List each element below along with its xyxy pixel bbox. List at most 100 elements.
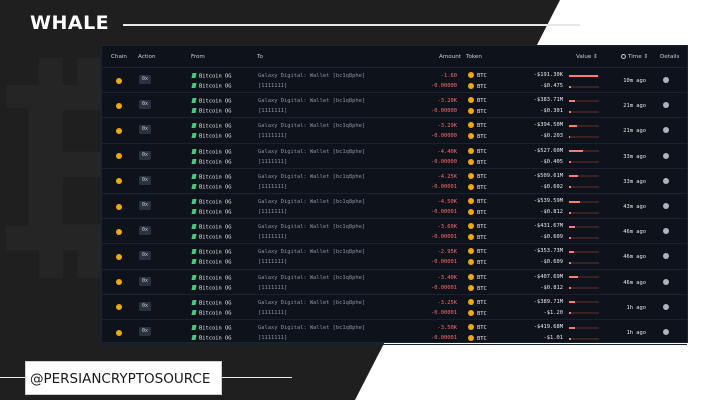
from-entity[interactable]: Bitcoin OG	[191, 259, 231, 266]
action-badge[interactable]: 0x	[139, 276, 152, 286]
to-address[interactable]: [1111111]	[258, 335, 287, 341]
from-entity[interactable]: Bitcoin OG	[191, 284, 231, 291]
from-label: Bitcoin OG	[199, 123, 232, 130]
from-entity[interactable]: Bitcoin OG	[191, 325, 231, 332]
usd-value: -$0.203	[540, 133, 563, 140]
info-icon[interactable]	[663, 102, 669, 109]
to-address[interactable]: Galaxy Digital: Wallet [bc1q8phe]	[258, 199, 365, 205]
col-token[interactable]: Token	[466, 54, 482, 60]
info-icon[interactable]	[663, 329, 669, 335]
to-address[interactable]: [1111111]	[258, 184, 287, 190]
to-address[interactable]: Galaxy Digital: Wallet [bc1q8phe]	[258, 275, 365, 281]
from-entity[interactable]: Bitcoin OG	[191, 183, 231, 190]
to-address[interactable]: [1111111]	[258, 83, 287, 89]
action-badge[interactable]: 0x	[139, 150, 152, 160]
to-address[interactable]: Galaxy Digital: Wallet [bc1q8phe]	[258, 98, 365, 104]
from-entity[interactable]: Bitcoin OG	[191, 335, 231, 342]
info-icon[interactable]	[663, 203, 669, 209]
to-address[interactable]: [1111111]	[258, 133, 287, 139]
col-to[interactable]: To	[257, 54, 263, 60]
action-badge[interactable]: 0x	[139, 251, 152, 261]
to-address[interactable]: Galaxy Digital: Wallet [bc1q8phe]	[258, 73, 365, 79]
value-bar-fill	[569, 287, 571, 290]
action-badge[interactable]: 0x	[139, 75, 152, 84]
info-icon[interactable]	[663, 152, 669, 159]
from-entity[interactable]: Bitcoin OG	[191, 133, 231, 140]
from-entity[interactable]: Bitcoin OG	[191, 123, 232, 130]
usd-value: -$353.73M	[533, 248, 563, 255]
col-action[interactable]: Action	[138, 54, 156, 60]
from-entity[interactable]: Bitcoin OG	[191, 83, 231, 90]
col-amount[interactable]: Amount	[439, 54, 461, 60]
to-address[interactable]: Galaxy Digital: Wallet [bc1q8phe]	[258, 249, 365, 255]
from-entity[interactable]: Bitcoin OG	[191, 199, 231, 206]
to-address[interactable]: [1111111]	[258, 285, 287, 291]
amount-value: -2.95K	[437, 249, 457, 256]
to-address[interactable]: [1111111]	[258, 310, 287, 316]
token-cell: BTC	[468, 158, 487, 166]
to-address[interactable]: Galaxy Digital: Wallet [bc1q8phe]	[258, 224, 365, 230]
table-row[interactable]: 0x Bitcoin OG Bitcoin OG Galaxy Digital:…	[102, 194, 687, 220]
to-address[interactable]: Galaxy Digital: Wallet [bc1q8phe]	[258, 123, 365, 129]
info-icon[interactable]	[663, 228, 669, 235]
info-icon[interactable]	[663, 177, 669, 184]
info-icon[interactable]	[663, 303, 669, 310]
col-time[interactable]: Time ⇕	[621, 54, 648, 60]
action-badge[interactable]: 0x	[139, 125, 152, 135]
from-entity[interactable]: Bitcoin OG	[191, 249, 231, 256]
col-value[interactable]: Value ⇕	[576, 54, 598, 60]
to-address[interactable]: Galaxy Digital: Wallet [bc1q8phe]	[258, 174, 365, 180]
entity-tag-icon	[191, 148, 197, 154]
action-badge[interactable]: 0x	[139, 175, 152, 185]
table-row[interactable]: 0x Bitcoin OG Bitcoin OG Galaxy Digital:…	[102, 219, 687, 245]
btc-chain-icon	[116, 77, 122, 84]
col-details[interactable]: Details	[660, 54, 679, 60]
token-label: BTC	[477, 235, 487, 242]
from-entity[interactable]: Bitcoin OG	[191, 108, 231, 115]
from-entity[interactable]: Bitcoin OG	[191, 98, 231, 105]
table-row[interactable]: 0x Bitcoin OG Bitcoin OG Galaxy Digital:…	[102, 270, 687, 295]
col-from[interactable]: From	[191, 54, 205, 60]
from-entity[interactable]: Bitcoin OG	[191, 224, 231, 231]
to-address[interactable]: Galaxy Digital: Wallet [bc1q8phe]	[258, 300, 365, 306]
info-icon[interactable]	[663, 77, 669, 83]
table-row[interactable]: 0x Bitcoin OG Bitcoin OG Galaxy Digital:…	[102, 93, 687, 119]
col-chain[interactable]: Chain	[111, 54, 127, 60]
value-bar	[569, 186, 599, 189]
table-row[interactable]: 0x Bitcoin OG Bitcoin OG Galaxy Digital:…	[102, 169, 687, 194]
btc-chain-icon	[116, 102, 122, 109]
from-entity[interactable]: Bitcoin OG	[191, 274, 231, 281]
table-row[interactable]: 0x Bitcoin OG Bitcoin OG Galaxy Digital:…	[102, 320, 687, 346]
info-icon[interactable]	[663, 127, 669, 134]
from-entity[interactable]: Bitcoin OG	[191, 299, 231, 306]
from-entity[interactable]: Bitcoin OG	[191, 158, 231, 165]
to-address[interactable]: Galaxy Digital: Wallet [bc1q8phe]	[258, 149, 365, 155]
table-row[interactable]: 0x Bitcoin OG Bitcoin OG Galaxy Digital:…	[102, 68, 687, 94]
info-icon[interactable]	[663, 278, 669, 285]
from-entity[interactable]: Bitcoin OG	[191, 209, 231, 216]
table-row[interactable]: 0x Bitcoin OG Bitcoin OG Galaxy Digital:…	[102, 144, 687, 169]
to-address[interactable]: [1111111]	[258, 209, 287, 215]
to-address[interactable]: [1111111]	[258, 259, 287, 265]
table-row[interactable]: 0x Bitcoin OG Bitcoin OG Galaxy Digital:…	[102, 118, 687, 144]
action-badge[interactable]: 0x	[139, 226, 152, 236]
table-row[interactable]: 0x Bitcoin OG Bitcoin OG Galaxy Digital:…	[102, 295, 687, 320]
action-badge[interactable]: 0x	[139, 201, 152, 210]
from-entity[interactable]: Bitcoin OG	[191, 309, 231, 316]
col-time-label: Time ⇕	[628, 54, 649, 60]
to-address[interactable]: [1111111]	[258, 234, 287, 240]
from-entity[interactable]: Bitcoin OG	[191, 173, 231, 180]
to-address[interactable]: [1111111]	[258, 159, 287, 165]
action-badge[interactable]: 0x	[139, 100, 152, 110]
time-ago: 43m ago	[623, 204, 646, 210]
to-address[interactable]: [1111111]	[258, 108, 287, 114]
from-entity[interactable]: Bitcoin OG	[191, 234, 231, 241]
value-bar-fill	[569, 74, 598, 77]
table-row[interactable]: 0x Bitcoin OG Bitcoin OG Galaxy Digital:…	[102, 244, 687, 270]
from-entity[interactable]: Bitcoin OG	[191, 148, 231, 155]
info-icon[interactable]	[663, 253, 669, 260]
from-entity[interactable]: Bitcoin OG	[191, 73, 231, 80]
to-address[interactable]: Galaxy Digital: Wallet [bc1q8phe]	[258, 325, 365, 331]
action-badge[interactable]: 0x	[139, 327, 152, 336]
action-badge[interactable]: 0x	[139, 301, 152, 311]
